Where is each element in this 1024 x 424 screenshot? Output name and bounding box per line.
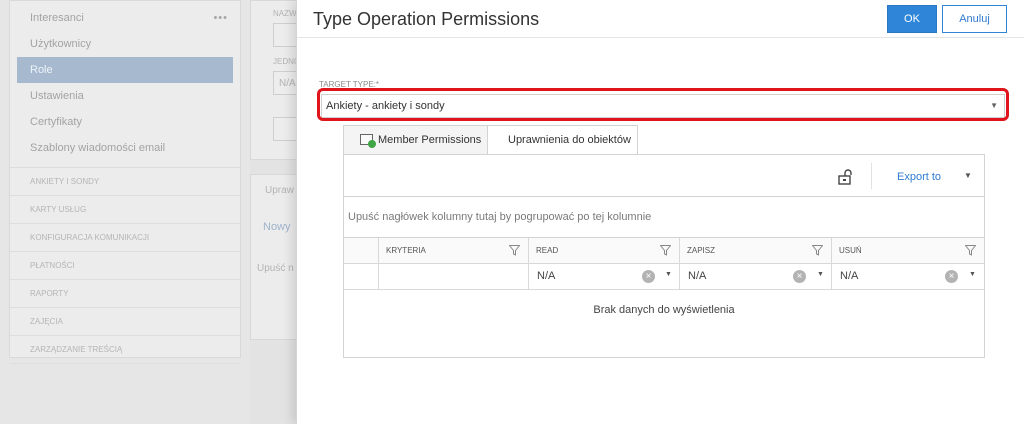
filter-cell-zapisz[interactable]: N/A × ▼ (680, 264, 832, 289)
column-header-label: KRYTERIA (386, 246, 426, 255)
grid-filter-row: N/A × ▼ N/A × ▼ N/A × ▼ (344, 264, 984, 290)
sidebar-item-uzytkownicy[interactable]: Użytkownicy (10, 31, 240, 57)
ok-button[interactable]: OK (887, 5, 937, 33)
dialog-title: Type Operation Permissions (313, 9, 540, 29)
sidebar-nav-panel: Interesanci ••• Użytkownicy Role Ustawie… (9, 0, 241, 364)
export-to-button[interactable]: Export to (897, 171, 941, 183)
filter-cell-kryteria[interactable] (379, 264, 529, 289)
sidebar-item-label: Interesanci (30, 12, 84, 24)
sidebar-section-raporty[interactable]: RAPORTY (10, 280, 240, 308)
column-header-label: ZAPISZ (687, 246, 716, 255)
group-by-drop-zone[interactable]: Upuść nagłówek kolumny tutaj by pogrupow… (344, 196, 984, 238)
sidebar-item-certyfikaty[interactable]: Certyfikaty (10, 109, 240, 135)
sidebar-item-interesanci[interactable]: Interesanci ••• (10, 5, 240, 31)
background-new-link: Nowy (263, 221, 291, 233)
sidebar-section-zajecia[interactable]: ZAJĘCIA (10, 308, 240, 336)
filter-cell-indicator (344, 264, 379, 289)
chevron-down-icon[interactable]: ▼ (964, 171, 972, 180)
chevron-down-icon[interactable]: ▼ (990, 95, 998, 117)
filter-icon[interactable] (660, 245, 671, 256)
tab-object-permissions[interactable]: Uprawnienia do obiektów (487, 125, 638, 155)
more-icon[interactable]: ••• (213, 5, 228, 31)
background-tab-label: Upraw (265, 185, 294, 196)
target-type-select[interactable]: Ankiety - ankiety i sondy ▼ (321, 94, 1005, 118)
filter-icon[interactable] (812, 245, 823, 256)
filter-value: N/A (537, 270, 556, 282)
toolbar-divider (871, 163, 872, 189)
tab-member-permissions[interactable]: Member Permissions (343, 125, 488, 155)
sidebar-item-label: Szablony wiadomości email (30, 142, 166, 154)
column-header-label: READ (536, 246, 559, 255)
sidebar-section-platnosci[interactable]: PŁATNOŚCI (10, 252, 240, 280)
column-header-label: USUŃ (839, 246, 862, 255)
column-header-kryteria[interactable]: KRYTERIA (379, 238, 529, 263)
filter-icon[interactable] (965, 245, 976, 256)
sidebar-section-karty[interactable]: KARTY USŁUG (10, 196, 240, 224)
background-drop-hint: Upuść n (257, 263, 294, 274)
column-header-zapisz[interactable]: ZAPISZ (680, 238, 832, 263)
filter-value: N/A (688, 270, 707, 282)
filter-value: N/A (840, 270, 859, 282)
column-header-indicator (344, 238, 379, 263)
column-header-read[interactable]: READ (529, 238, 680, 263)
background-label-name: NAZW (273, 9, 297, 18)
chevron-down-icon[interactable]: ▼ (969, 271, 976, 278)
tab-label: Member Permissions (378, 134, 482, 146)
filter-cell-read[interactable]: N/A × ▼ (529, 264, 680, 289)
sidebar-item-label: Role (30, 64, 53, 76)
chevron-down-icon[interactable]: ▼ (665, 271, 672, 278)
filter-cell-usun[interactable]: N/A × ▼ (832, 264, 984, 289)
clear-icon[interactable]: × (945, 270, 958, 283)
sidebar-item-label: Ustawienia (30, 90, 84, 102)
filter-icon[interactable] (509, 245, 520, 256)
clear-icon[interactable]: × (642, 270, 655, 283)
chevron-down-icon[interactable]: ▼ (817, 271, 824, 278)
sidebar-item-szablony[interactable]: Szablony wiadomości email (10, 135, 240, 161)
unlock-icon[interactable] (838, 169, 854, 185)
dialog-header: Type Operation Permissions OK Anuluj (297, 0, 1024, 38)
background-unit-value: N/A (279, 78, 296, 89)
sidebar-item-ustawienia[interactable]: Ustawienia (10, 83, 240, 109)
sidebar-item-role[interactable]: Role (17, 57, 233, 83)
sidebar-section-ankiety[interactable]: ANKIETY I SONDY (10, 168, 240, 196)
type-operation-permissions-dialog: Type Operation Permissions OK Anuluj TAR… (296, 0, 1024, 424)
sidebar-item-label: Certyfikaty (30, 116, 82, 128)
tab-label: Uprawnienia do obiektów (508, 134, 631, 146)
empty-message: Brak danych do wyświetlenia (593, 304, 735, 316)
target-type-label: TARGET TYPE:* (319, 80, 380, 89)
target-type-value: Ankiety - ankiety i sondy (326, 100, 445, 112)
permissions-grid: Export to ▼ Upuść nagłówek kolumny tutaj… (343, 154, 985, 358)
cancel-button[interactable]: Anuluj (942, 5, 1007, 33)
app-sidebar: Interesanci ••• Użytkownicy Role Ustawie… (0, 0, 250, 424)
sidebar-section-zarzadzanie[interactable]: ZARZĄDZANIE TREŚCIĄ (10, 336, 240, 364)
sidebar-item-label: Użytkownicy (30, 38, 92, 50)
sidebar-section-konfiguracja[interactable]: KONFIGURACJA KOMUNIKACJI (10, 224, 240, 252)
grid-header-row: KRYTERIA READ ZAPISZ USUŃ (344, 238, 984, 264)
clear-icon[interactable]: × (793, 270, 806, 283)
column-header-usun[interactable]: USUŃ (832, 238, 984, 263)
member-permissions-icon (360, 134, 376, 148)
